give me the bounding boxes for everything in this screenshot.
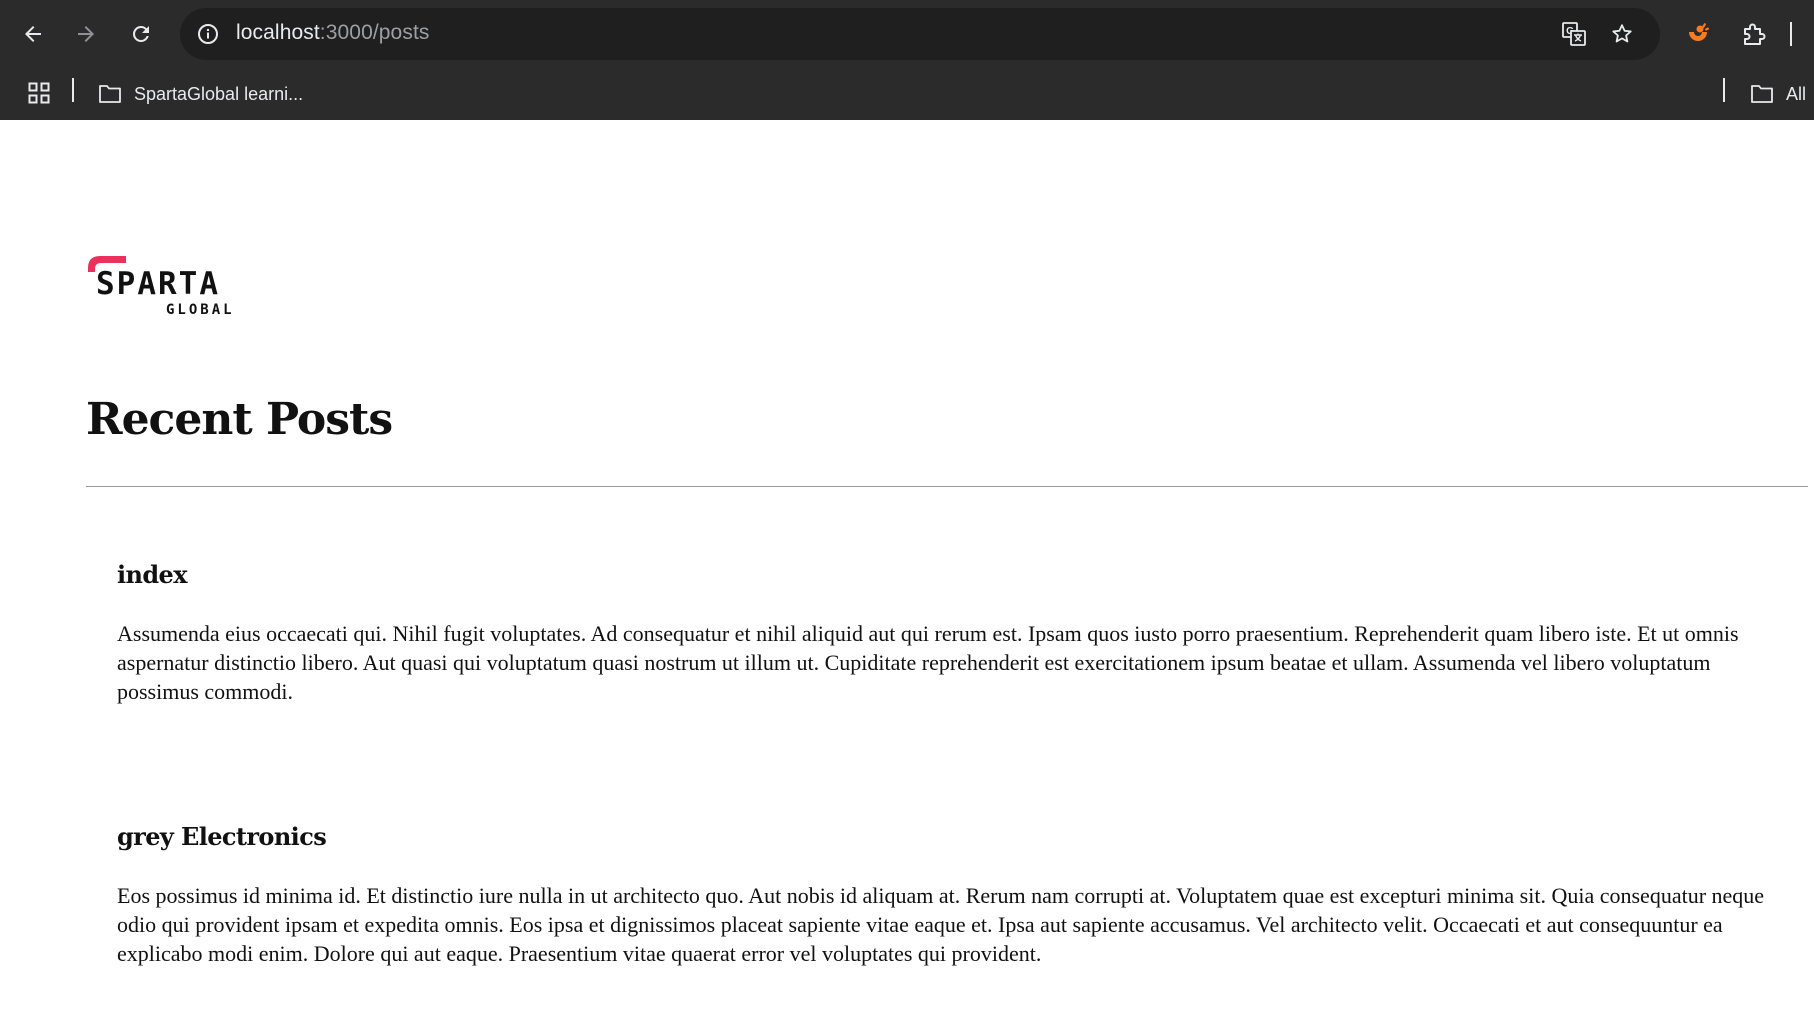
page-title: Recent Posts <box>86 394 393 445</box>
bookmark-folder-all[interactable]: All <box>1750 78 1806 110</box>
url-text[interactable]: localhost:3000/posts <box>236 21 429 45</box>
post-item: grey Electronics Eos possimus id minima … <box>117 822 1767 968</box>
reload-button[interactable] <box>121 14 161 54</box>
extensions-menu-button[interactable] <box>1734 14 1774 54</box>
site-info-button[interactable] <box>192 18 224 50</box>
translate-icon: G <box>1562 22 1586 46</box>
arrow-right-icon <box>78 26 94 42</box>
puzzle-icon <box>1744 23 1766 45</box>
info-icon <box>198 24 218 44</box>
post-title: index <box>117 560 188 589</box>
bookmarks-bar: SpartaGlobal learni... All <box>0 68 1814 120</box>
bookmarks-divider-right <box>1723 78 1725 102</box>
url-host: localhost <box>236 21 320 44</box>
post-item: index Assumenda eius occaecati qui. Nihi… <box>117 560 1767 706</box>
arrow-left-icon <box>25 26 41 42</box>
logo-word: SPARTA <box>96 266 220 302</box>
page-content: SPARTA GLOBAL Recent Posts index Assumen… <box>0 120 1814 1013</box>
sparta-global-logo: SPARTA GLOBAL <box>88 256 235 316</box>
address-bar[interactable]: localhost:3000/posts G <box>180 8 1660 60</box>
post-body: Eos possimus id minima id. Et distinctio… <box>117 883 1765 966</box>
logo-subword: GLOBAL <box>166 302 235 316</box>
bookmark-label: SpartaGlobal learni... <box>134 83 304 104</box>
extension-button[interactable] <box>1678 14 1718 54</box>
bookmarks-divider <box>72 78 74 102</box>
url-path: :3000/posts <box>319 21 430 44</box>
bookmark-folder-spartaglobal[interactable]: SpartaGlobal learni... <box>98 78 303 110</box>
folder-icon <box>1751 85 1773 103</box>
extension-icon <box>1689 23 1709 41</box>
translate-button[interactable]: G <box>1558 18 1590 50</box>
reload-icon <box>132 25 149 42</box>
apps-grid-icon <box>28 82 50 104</box>
folder-icon <box>99 85 121 103</box>
bookmark-label: All <box>1786 83 1807 104</box>
star-icon <box>1612 24 1632 43</box>
back-button[interactable] <box>13 14 53 54</box>
browser-chrome: localhost:3000/posts G SpartaGlobal lear… <box>0 0 1814 120</box>
forward-button[interactable] <box>66 14 106 54</box>
apps-button[interactable] <box>24 78 54 108</box>
bookmark-star-button[interactable] <box>1606 18 1638 50</box>
toolbar-divider <box>1790 22 1792 46</box>
post-body: Assumenda eius occaecati qui. Nihil fugi… <box>117 621 1739 704</box>
post-title: grey Electronics <box>117 822 327 851</box>
heading-divider <box>86 486 1808 487</box>
browser-toolbar: localhost:3000/posts G <box>0 0 1814 68</box>
